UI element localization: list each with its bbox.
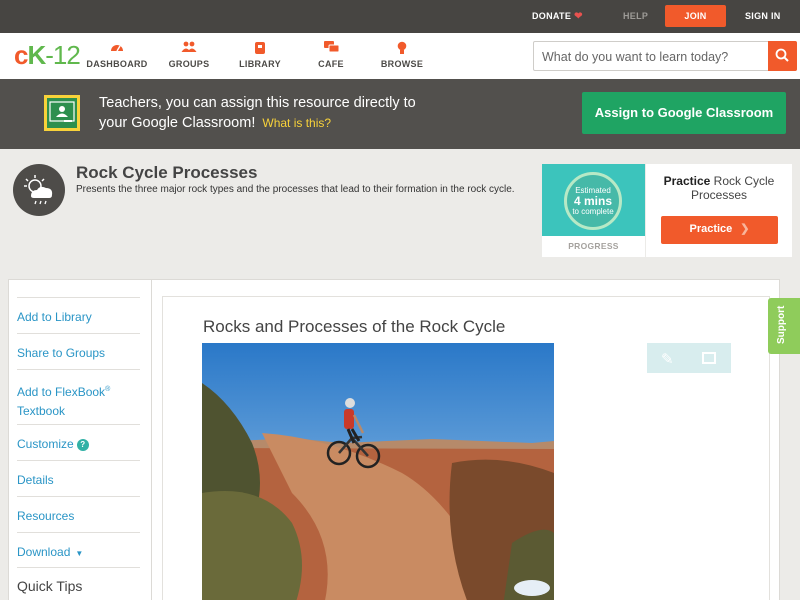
- support-tab[interactable]: Support: [768, 298, 800, 354]
- content-title: Rocks and Processes of the Rock Cycle: [203, 317, 506, 336]
- book-icon: [225, 41, 295, 55]
- people-icon: [154, 41, 224, 55]
- page-title: Rock Cycle Processes: [76, 163, 258, 182]
- nav-library[interactable]: LIBRARY: [225, 41, 295, 69]
- nav-cafe[interactable]: CAFE: [296, 41, 366, 69]
- main-panel: Add to Library Share to Groups Add to Fl…: [8, 279, 780, 600]
- practice-title: Practice Rock Cycle Processes: [663, 174, 775, 202]
- sign-in-link[interactable]: SIGN IN: [745, 0, 781, 33]
- sidebar-customize[interactable]: Customize?: [17, 424, 140, 454]
- weather-cloud-icon: [13, 164, 65, 216]
- sidebar-add-to-flexbook[interactable]: Add to FlexBook® Textbook: [17, 369, 140, 421]
- google-classroom-banner: Teachers, you can assign this resource d…: [0, 79, 800, 149]
- caret-down-icon: ▼: [75, 549, 84, 558]
- progress-card: Estimated 4 mins to complete PROGRESS: [542, 164, 645, 257]
- sidebar-download[interactable]: Download ▼: [17, 532, 140, 563]
- top-bar: DONATE ❤ HELP JOIN SIGN IN: [0, 0, 800, 33]
- notes-icon[interactable]: [702, 352, 716, 364]
- sidebar: Add to Library Share to Groups Add to Fl…: [9, 280, 152, 600]
- help-icon[interactable]: ?: [76, 439, 89, 451]
- quick-tips-heading: Quick Tips: [17, 567, 140, 594]
- search-box: [533, 41, 797, 71]
- chevron-right-icon: ❯: [740, 223, 750, 235]
- pencil-icon[interactable]: ✎: [661, 350, 674, 368]
- gauge-icon: [82, 41, 152, 55]
- heart-icon: ❤: [574, 11, 583, 22]
- ck12-logo[interactable]: cK-12: [14, 40, 81, 71]
- bulb-icon: [367, 41, 437, 55]
- nav-browse[interactable]: BROWSE: [367, 41, 437, 69]
- content-card: Rocks and Processes of the Rock Cycle ✎: [162, 296, 770, 600]
- resource-description: Presents the three major rock types and …: [76, 184, 515, 195]
- main-nav: cK-12 DASHBOARD GROUPS LIBRARY CAFE BROW…: [0, 33, 800, 79]
- what-is-this-link[interactable]: What is this?: [262, 116, 331, 130]
- progress-label: PROGRESS: [568, 241, 619, 251]
- classroom-message: Teachers, you can assign this resource d…: [99, 95, 416, 131]
- search-input[interactable]: [542, 48, 762, 65]
- help-link[interactable]: HELP: [623, 0, 648, 33]
- nav-groups[interactable]: GROUPS: [154, 41, 224, 69]
- content-tools: ✎: [647, 343, 731, 373]
- nav-dashboard[interactable]: DASHBOARD: [82, 41, 152, 69]
- google-classroom-icon: [44, 95, 80, 131]
- practice-button[interactable]: Practice ❯: [661, 216, 778, 244]
- sidebar-add-to-library[interactable]: Add to Library: [17, 297, 140, 327]
- mountain-biker-photo: [202, 343, 554, 600]
- sidebar-resources[interactable]: Resources: [17, 496, 140, 526]
- join-button[interactable]: JOIN: [665, 5, 726, 27]
- practice-card: Practice Rock Cycle Processes Practice ❯: [646, 164, 792, 257]
- search-button[interactable]: [768, 41, 797, 71]
- search-icon: [775, 48, 789, 62]
- chat-icon: [296, 41, 366, 55]
- donate-link[interactable]: DONATE ❤: [532, 0, 583, 33]
- sidebar-share-to-groups[interactable]: Share to Groups: [17, 333, 140, 363]
- progress-circle: Estimated 4 mins to complete: [564, 172, 622, 230]
- sidebar-details[interactable]: Details: [17, 460, 140, 490]
- assign-google-classroom-button[interactable]: Assign to Google Classroom: [582, 92, 786, 134]
